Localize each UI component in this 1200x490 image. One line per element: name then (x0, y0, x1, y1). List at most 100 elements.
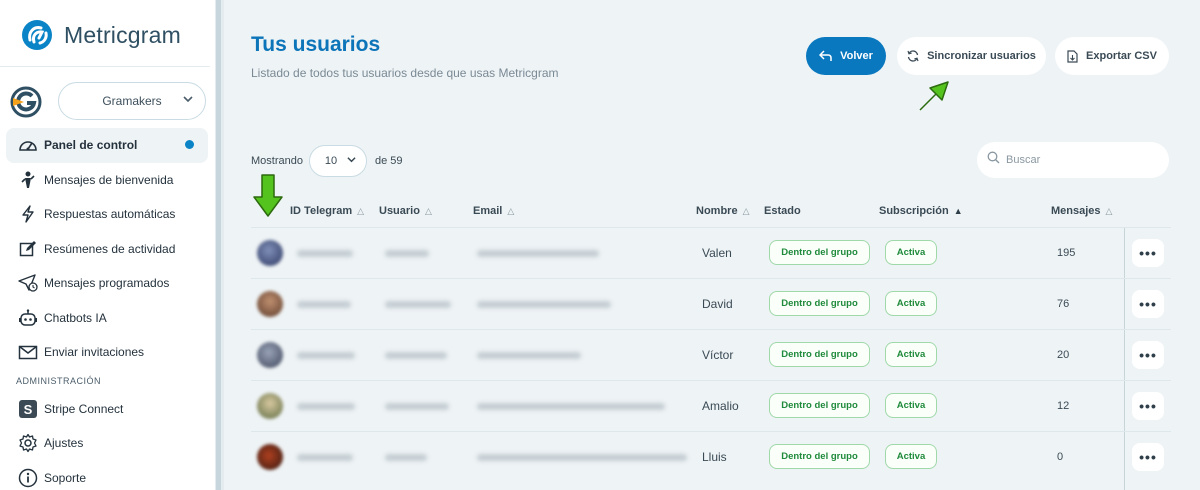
annotation-arrow-icon (919, 81, 949, 111)
subscription-badge: Activa (885, 444, 937, 469)
bolt-icon (18, 204, 38, 224)
sidebar-item-enviar-invitaciones[interactable]: Enviar invitaciones (6, 335, 208, 370)
column-header-name[interactable]: Nombre △ (696, 205, 749, 217)
send-clock-icon (18, 273, 38, 293)
sort-icon: △ (1105, 205, 1113, 216)
export-csv-label: Exportar CSV (1086, 50, 1157, 62)
sidebar-scrollbar[interactable] (215, 0, 224, 490)
redacted-username (385, 301, 451, 308)
account-select[interactable]: Gramakers (58, 82, 206, 120)
page-subtitle: Listado de todos tus usuarios desde que … (251, 66, 559, 80)
sidebar-item-label: Chatbots IA (44, 310, 107, 325)
total-label: de 59 (374, 155, 403, 167)
back-button[interactable]: Volver (806, 37, 886, 75)
sidebar-item-label: Soporte (44, 470, 87, 485)
subscription-badge: Activa (885, 240, 937, 265)
message-count: 195 (1057, 247, 1076, 259)
sidebar-item-stripe-connect[interactable]: S Stripe Connect (6, 392, 208, 427)
table-header: ID Telegram △ Usuario △ Email △ Nombre △ Est… (251, 198, 1171, 226)
user-name: Lluis (702, 450, 727, 464)
sync-users-button[interactable]: Sincronizar usuarios (897, 37, 1046, 75)
main-content: Tus usuarios Listado de todos tus usuari… (224, 0, 1200, 490)
redacted-id (297, 454, 353, 461)
sidebar-item-label: Resúmenes de actividad (44, 241, 176, 256)
column-label: Mensajes (1051, 205, 1101, 217)
account-name: Gramakers (102, 94, 162, 108)
showing-label: Mostrando (251, 155, 303, 167)
back-arrow-icon (819, 50, 832, 62)
column-header-status[interactable]: Estado (764, 205, 801, 217)
robot-icon (18, 308, 38, 328)
sort-icon: △ (507, 205, 515, 216)
row-actions-button[interactable]: ••• (1132, 392, 1164, 420)
subscription-badge: Activa (885, 291, 937, 316)
message-count: 0 (1057, 451, 1064, 463)
sidebar-item-respuestas-automaticas[interactable]: Respuestas automáticas (6, 197, 208, 232)
sidebar-item-label: Mensajes de bienvenida (44, 172, 174, 187)
sort-asc-icon: ▲ (953, 206, 963, 216)
divider (0, 66, 210, 67)
per-page-select[interactable]: 10 (308, 145, 367, 177)
redacted-username (385, 403, 449, 410)
sort-icon: △ (357, 205, 365, 216)
sidebar-item-ajustes[interactable]: Ajustes (6, 426, 208, 461)
column-header-id[interactable]: ID Telegram △ (290, 205, 364, 217)
message-count: 12 (1057, 400, 1070, 412)
column-label: Estado (764, 205, 801, 217)
brand-name: Metricgram (64, 21, 182, 48)
sidebar-item-resumenes-de-actividad[interactable]: Resúmenes de actividad (6, 232, 208, 267)
column-label: Nombre (696, 205, 738, 217)
table-row: Víctor Dentro del grupo Activa 20 ••• (251, 329, 1171, 380)
page-title: Tus usuarios (251, 33, 381, 56)
column-label: Usuario (379, 205, 420, 217)
redacted-id (297, 352, 355, 359)
avatar (257, 291, 283, 317)
brand[interactable]: Metricgram (20, 18, 181, 52)
sidebar-item-label: Panel de control (44, 138, 138, 153)
sidebar-item-label: Enviar invitaciones (44, 345, 145, 360)
redacted-username (385, 352, 447, 359)
row-actions-button[interactable]: ••• (1132, 290, 1164, 318)
export-csv-button[interactable]: Exportar CSV (1055, 37, 1169, 75)
row-actions-button[interactable]: ••• (1132, 341, 1164, 369)
message-count: 76 (1057, 298, 1070, 310)
sidebar-item-label: Mensajes programados (44, 276, 170, 291)
user-name: Amalio (702, 399, 739, 413)
status-badge: Dentro del grupo (769, 291, 870, 316)
sort-icon: △ (424, 205, 432, 216)
chevron-down-icon (183, 94, 193, 107)
sidebar-item-label: Stripe Connect (44, 401, 124, 416)
sidebar-item-mensajes-de-bienvenida[interactable]: Mensajes de bienvenida (6, 163, 208, 198)
row-actions-button[interactable]: ••• (1132, 443, 1164, 471)
redacted-email (477, 352, 581, 359)
redacted-email (477, 250, 599, 257)
redacted-id (297, 301, 351, 308)
status-badge: Dentro del grupo (769, 444, 870, 469)
sidebar-item-chatbots-ia[interactable]: Chatbots IA (6, 301, 208, 336)
sort-icon: △ (742, 205, 750, 216)
user-name: David (702, 297, 733, 311)
subscription-badge: Activa (885, 393, 937, 418)
gauge-icon (18, 135, 38, 155)
redacted-username (385, 454, 427, 461)
sidebar-item-panel-de-control[interactable]: Panel de control (6, 128, 208, 163)
column-header-user[interactable]: Usuario △ (379, 205, 432, 217)
back-button-label: Volver (840, 50, 873, 62)
search-input[interactable] (1006, 154, 1156, 166)
column-header-messages[interactable]: Mensajes △ (1051, 205, 1112, 217)
sidebar-item-soporte[interactable]: Soporte (6, 461, 208, 490)
mail-icon (18, 342, 38, 362)
notification-dot (185, 140, 194, 149)
row-actions-button[interactable]: ••• (1132, 239, 1164, 267)
column-header-email[interactable]: Email △ (473, 205, 514, 217)
redacted-email (477, 403, 665, 410)
column-label: Email (473, 205, 503, 217)
search-box[interactable] (977, 142, 1169, 178)
column-header-subscription[interactable]: Subscripción ▲ (879, 205, 963, 217)
users-table: Valen Dentro del grupo Activa 195 ••• Da… (251, 227, 1171, 482)
sidebar-item-mensajes-programados[interactable]: Mensajes programados (6, 266, 208, 301)
message-count: 20 (1057, 349, 1070, 361)
sidebar-nav: Panel de control Mensajes de bienvenida … (6, 128, 208, 490)
stripe-icon: S (18, 399, 38, 419)
status-badge: Dentro del grupo (769, 393, 870, 418)
